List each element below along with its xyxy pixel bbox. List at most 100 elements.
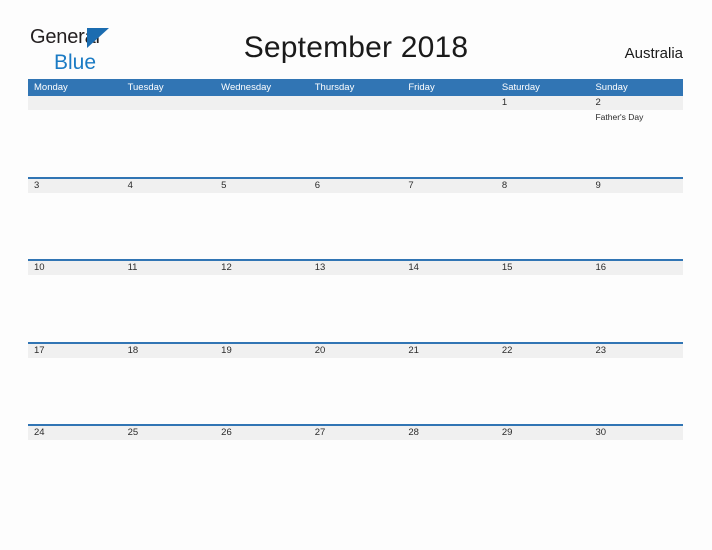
day-events bbox=[122, 358, 216, 424]
day-number: 12 bbox=[221, 262, 232, 273]
day-events bbox=[589, 440, 683, 506]
day-cell[interactable]: 8 bbox=[496, 179, 590, 193]
day-cell[interactable]: 24 bbox=[28, 426, 122, 440]
day-cell[interactable]: 4 bbox=[122, 179, 216, 193]
day-events bbox=[122, 275, 216, 341]
day-events bbox=[589, 275, 683, 341]
week-number-band: 1 2 bbox=[28, 96, 683, 110]
day-number: 1 bbox=[501, 97, 508, 108]
day-cell[interactable]: 26 bbox=[215, 426, 309, 440]
page-header: General Blue September 2018 Australia bbox=[0, 0, 712, 78]
day-number: 4 bbox=[127, 179, 133, 191]
day-cell[interactable]: 13 bbox=[309, 261, 403, 275]
weekday-friday: Friday bbox=[408, 82, 435, 93]
day-number: 13 bbox=[314, 262, 326, 273]
week-number-band: 17 18 19 20 21 22 23 bbox=[28, 343, 683, 358]
day-cell[interactable] bbox=[402, 96, 496, 110]
day-events bbox=[215, 440, 309, 506]
day-number: 11 bbox=[127, 262, 138, 273]
day-cell[interactable]: 10 bbox=[28, 261, 122, 275]
day-cell[interactable] bbox=[28, 96, 122, 110]
week-row: 10 11 12 13 14 15 16 bbox=[28, 259, 683, 342]
day-events bbox=[309, 275, 403, 341]
weekday-tuesday: Tuesday bbox=[127, 82, 164, 93]
day-events bbox=[402, 193, 496, 259]
day-cell[interactable]: 3 bbox=[28, 179, 122, 193]
day-events bbox=[122, 110, 216, 176]
day-number: 25 bbox=[127, 427, 139, 438]
day-events bbox=[402, 440, 496, 506]
day-cell[interactable]: 12 bbox=[215, 261, 309, 275]
day-number: 22 bbox=[501, 344, 513, 356]
day-cell[interactable]: 21 bbox=[402, 344, 496, 358]
day-number: 27 bbox=[314, 427, 326, 438]
day-cell[interactable]: 16 bbox=[589, 261, 683, 275]
day-number: 26 bbox=[221, 427, 232, 438]
day-events bbox=[589, 358, 683, 424]
day-cell[interactable]: 6 bbox=[309, 179, 403, 193]
week-number-band: 24 25 26 27 28 29 30 bbox=[28, 426, 683, 440]
day-events bbox=[122, 193, 216, 259]
day-number: 28 bbox=[408, 427, 419, 438]
weekday-header-row: Monday Tuesday Wednesday Thursday Friday… bbox=[28, 79, 683, 96]
day-cell[interactable] bbox=[122, 96, 216, 110]
day-events bbox=[402, 358, 496, 424]
day-number: 19 bbox=[221, 344, 232, 356]
day-number: 7 bbox=[408, 179, 414, 191]
day-cell[interactable]: 18 bbox=[122, 344, 216, 358]
week-event-area: Father's Day bbox=[28, 110, 683, 176]
day-number: 23 bbox=[595, 344, 607, 356]
week-number-band: 10 11 12 13 14 15 16 bbox=[28, 261, 683, 275]
day-cell[interactable]: 11 bbox=[122, 261, 216, 275]
day-events bbox=[496, 358, 590, 424]
day-events bbox=[309, 110, 403, 176]
day-number: 14 bbox=[408, 262, 419, 273]
week-event-area bbox=[28, 193, 683, 259]
day-events bbox=[402, 110, 496, 176]
day-cell[interactable]: 5 bbox=[215, 179, 309, 193]
day-events bbox=[28, 358, 122, 424]
week-event-area bbox=[28, 275, 683, 341]
page-title: September 2018 bbox=[243, 31, 469, 64]
day-number: 6 bbox=[314, 179, 321, 191]
day-cell[interactable]: 30 bbox=[589, 426, 683, 440]
day-number: 5 bbox=[221, 179, 227, 191]
day-cell[interactable]: 9 bbox=[589, 179, 683, 193]
day-cell[interactable]: 29 bbox=[496, 426, 590, 440]
day-cell[interactable] bbox=[309, 96, 403, 110]
weekday-thursday: Thursday bbox=[314, 82, 355, 93]
day-events bbox=[309, 358, 403, 424]
day-number: 17 bbox=[34, 344, 45, 356]
day-number: 21 bbox=[408, 344, 419, 356]
day-cell[interactable]: 14 bbox=[402, 261, 496, 275]
day-cell[interactable] bbox=[215, 96, 309, 110]
day-cell[interactable]: 7 bbox=[402, 179, 496, 193]
day-cell[interactable]: 23 bbox=[589, 344, 683, 358]
day-cell[interactable]: 22 bbox=[496, 344, 590, 358]
day-number: 20 bbox=[314, 344, 326, 356]
day-events bbox=[215, 275, 309, 341]
day-events bbox=[589, 193, 683, 259]
weekday-saturday: Saturday bbox=[501, 82, 540, 93]
day-cell[interactable]: 27 bbox=[309, 426, 403, 440]
day-cell[interactable]: 15 bbox=[496, 261, 590, 275]
week-event-area bbox=[28, 358, 683, 424]
day-cell[interactable]: 20 bbox=[309, 344, 403, 358]
day-cell[interactable]: 1 bbox=[496, 96, 590, 110]
day-cell[interactable]: 28 bbox=[402, 426, 496, 440]
day-cell[interactable]: 17 bbox=[28, 344, 122, 358]
event-label: Father's Day bbox=[595, 112, 644, 122]
day-events bbox=[496, 440, 590, 506]
week-row: 3 4 5 6 7 8 9 bbox=[28, 176, 683, 259]
day-cell[interactable]: 25 bbox=[122, 426, 216, 440]
day-cell[interactable]: 2 bbox=[589, 96, 683, 110]
day-cell[interactable]: 19 bbox=[215, 344, 309, 358]
day-number: 8 bbox=[501, 179, 508, 191]
day-events bbox=[309, 440, 403, 506]
day-events bbox=[309, 193, 403, 259]
day-number: 15 bbox=[501, 262, 513, 273]
weekday-wednesday: Wednesday bbox=[221, 82, 272, 93]
day-events bbox=[28, 193, 122, 259]
day-events bbox=[402, 275, 496, 341]
day-events bbox=[215, 358, 309, 424]
